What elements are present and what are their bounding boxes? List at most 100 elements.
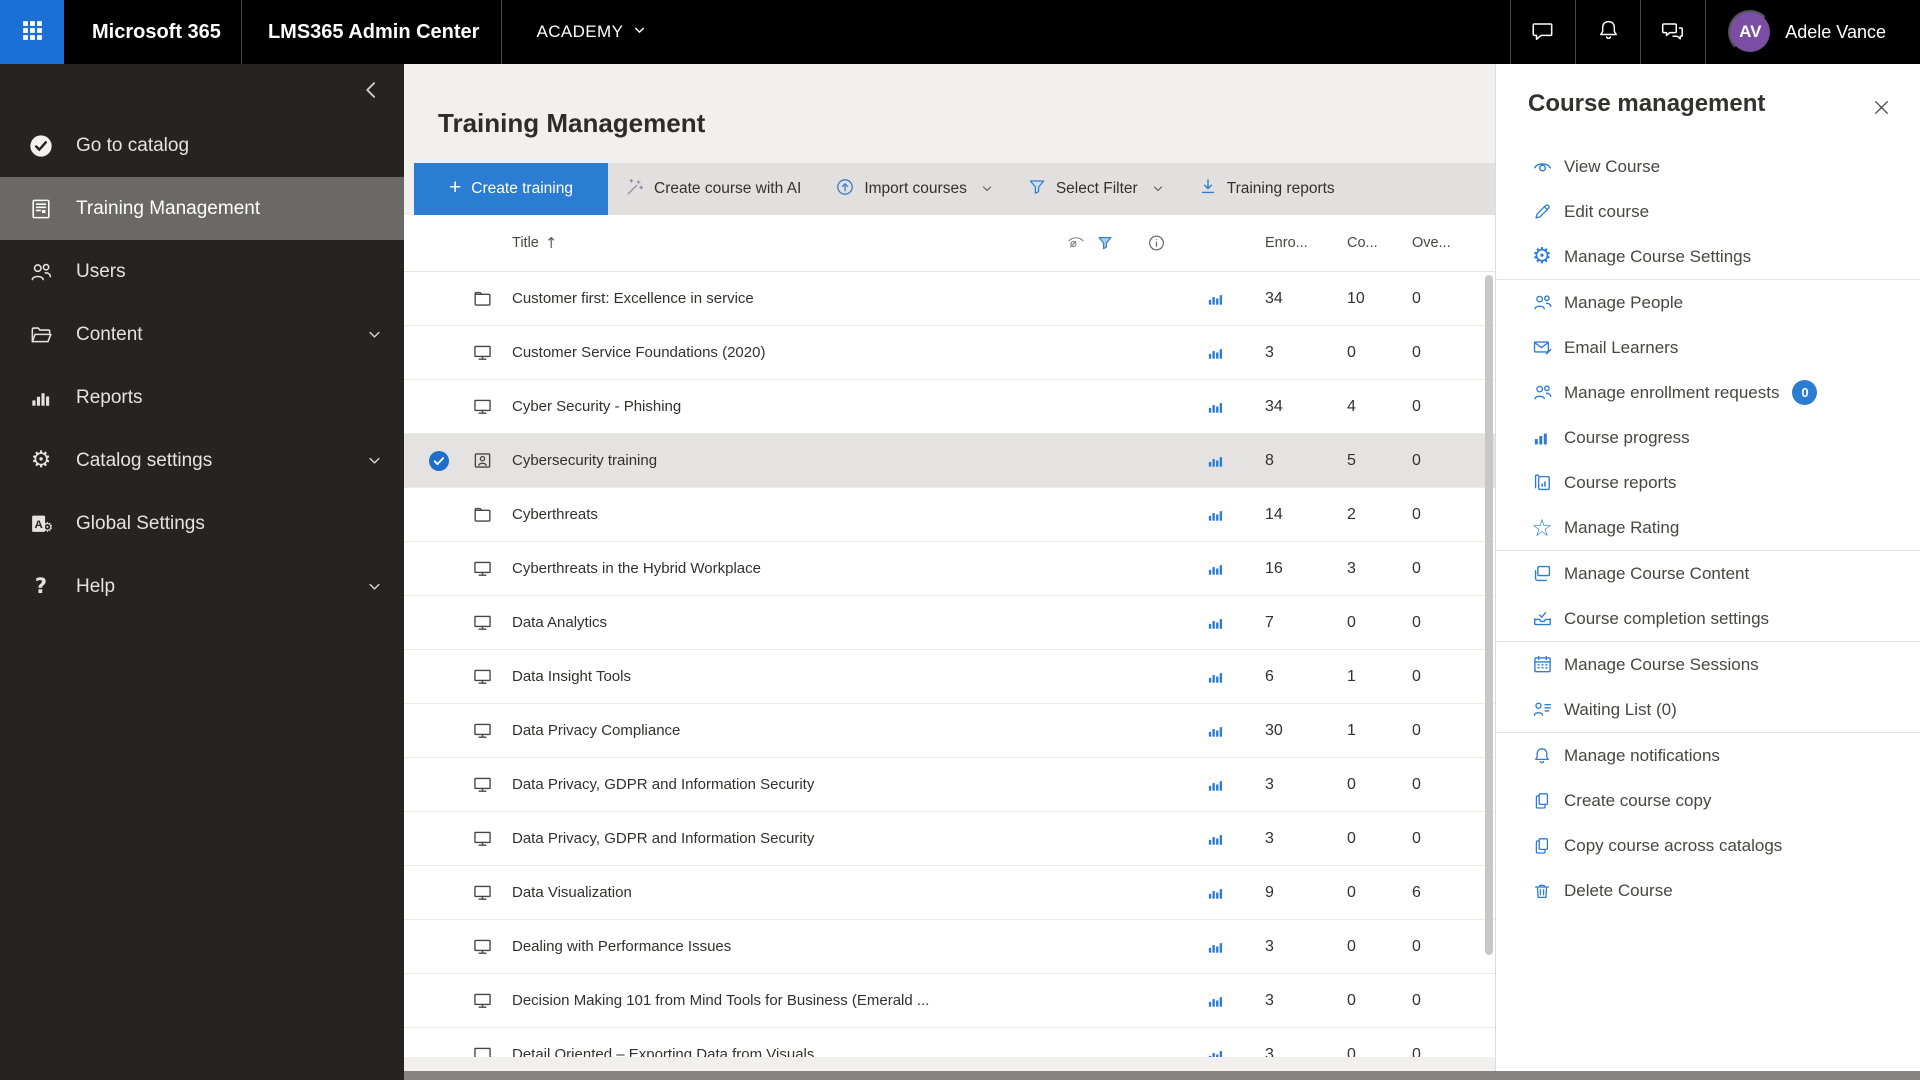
panel-item-copy-course-across-catalogs[interactable]: Copy course across catalogs [1496,823,1920,868]
table-row-cyberthreats[interactable]: Cyberthreats 14 2 0 [404,488,1495,542]
column-header-overdue[interactable]: Ove... [1405,235,1495,251]
select-filter-label: Select Filter [1055,180,1138,197]
monitor-icon [460,612,504,633]
panel-item-manage-course-content[interactable]: Manage Course Content [1496,551,1920,596]
catalog-selector[interactable]: ACADEMY [536,22,646,42]
eye-icon [1530,156,1554,177]
panel-item-edit-course[interactable]: Edit course [1496,189,1920,234]
enrolled-count: 9 [1265,883,1274,901]
course-title: Cyberthreats [512,506,598,523]
sidebar-item-content[interactable]: Content [0,303,404,366]
brand-title[interactable]: Microsoft 365 [92,21,221,44]
panel-item-manage-course-settings[interactable]: ⚙ Manage Course Settings [1496,234,1920,279]
feedback-button[interactable] [1641,0,1705,64]
course-progress-chart-icon[interactable] [1191,613,1239,632]
panel-item-email-learners[interactable]: Email Learners [1496,325,1920,370]
course-progress-chart-icon[interactable] [1191,721,1239,740]
import-courses-button[interactable]: Import courses [818,163,1010,215]
sidebar-item-reports[interactable]: Reports [0,366,404,429]
table-row-data-privacy-compliance[interactable]: Data Privacy Compliance 30 1 0 [404,704,1495,758]
hide-column-icon[interactable] [1066,233,1086,253]
completed-count: 0 [1347,937,1356,955]
panel-item-course-reports[interactable]: Course reports [1496,460,1920,505]
table-row-data-insight-tools[interactable]: Data Insight Tools 6 1 0 [404,650,1495,704]
product-title[interactable]: LMS365 Admin Center [268,21,480,44]
column-header-completed[interactable]: Co... [1325,235,1405,251]
user-name[interactable]: Adele Vance [1785,22,1886,43]
monitor-icon [460,990,504,1011]
panel-item-manage-course-sessions[interactable]: Manage Course Sessions [1496,642,1920,687]
sidebar-item-go-to-catalog[interactable]: Go to catalog [0,114,404,177]
sidebar-collapse-button[interactable] [354,74,388,108]
panel-item-waiting-list-0[interactable]: Waiting List (0) [1496,687,1920,732]
table-row-detail-oriented-exporting-data-from-visu[interactable]: Detail Oriented – Exporting Data from Vi… [404,1028,1495,1057]
course-progress-chart-icon[interactable] [1191,667,1239,686]
create-training-button[interactable]: + Create training [414,163,608,215]
course-progress-chart-icon[interactable] [1191,991,1239,1010]
panel-item-course-progress[interactable]: Course progress [1496,415,1920,460]
course-title: Data Analytics [512,614,608,631]
copy-page-icon [1530,836,1554,856]
panel-item-course-completion-settings[interactable]: Course completion settings [1496,596,1920,641]
magic-wand-icon [625,177,645,202]
table-row-data-analytics[interactable]: Data Analytics 7 0 0 [404,596,1495,650]
select-filter-button[interactable]: Select Filter [1010,163,1181,215]
table-row-dealing-with-performance-issues[interactable]: Dealing with Performance Issues 3 0 0 [404,920,1495,974]
panel-item-delete-course[interactable]: Delete Course [1496,868,1920,913]
course-progress-chart-icon[interactable] [1191,937,1239,956]
table-row-customer-first-excellence-in-service[interactable]: Customer first: Excellence in service 34… [404,272,1495,326]
sidebar-item-users[interactable]: Users [0,240,404,303]
chat-button[interactable] [1511,0,1575,64]
sidebar-item-help[interactable]: ? Help [0,555,404,618]
course-progress-chart-icon[interactable] [1191,559,1239,578]
course-progress-chart-icon[interactable] [1191,829,1239,848]
create-course-with-ai-button[interactable]: Create course with AI [608,163,818,215]
column-filter-icon[interactable] [1096,234,1114,252]
table-row-cyberthreats-in-the-hybrid-workplace[interactable]: Cyberthreats in the Hybrid Workplace 16 … [404,542,1495,596]
table-row-data-visualization[interactable]: Data Visualization 9 0 6 [404,866,1495,920]
sidebar-item-catalog-settings[interactable]: ⚙ Catalog settings [0,429,404,492]
course-progress-chart-icon[interactable] [1191,775,1239,794]
notifications-button[interactable] [1576,0,1640,64]
panel-item-manage-notifications[interactable]: Manage notifications [1496,733,1920,778]
course-progress-chart-icon[interactable] [1191,451,1239,470]
overdue-count: 6 [1412,883,1421,901]
panel-item-manage-people[interactable]: Manage People [1496,280,1920,325]
course-progress-chart-icon[interactable] [1191,397,1239,416]
table-row-data-privacy-gdpr-and-information-securi[interactable]: Data Privacy, GDPR and Information Secur… [404,812,1495,866]
enrolled-count: 3 [1265,937,1274,955]
course-progress-chart-icon[interactable] [1191,289,1239,308]
avatar[interactable]: AV [1728,10,1773,54]
course-progress-chart-icon[interactable] [1191,343,1239,362]
panel-item-view-course[interactable]: View Course [1496,144,1920,189]
panel-item-manage-rating[interactable]: ☆ Manage Rating [1496,505,1920,550]
info-icon[interactable] [1147,234,1166,253]
table-row-cyber-security-phishing[interactable]: Cyber Security - Phishing 34 4 0 [404,380,1495,434]
enrolled-count: 8 [1265,451,1274,469]
vertical-scrollbar[interactable] [1485,275,1493,955]
horizontal-scrollbar-thumb[interactable] [404,1071,1920,1080]
table-row-decision-making-101-from-mind-tools-for-[interactable]: Decision Making 101 from Mind Tools for … [404,974,1495,1028]
bar-chart-solid-icon [26,386,56,410]
table-row-cybersecurity-training[interactable]: Cybersecurity training 8 5 0 [404,434,1495,488]
course-progress-chart-icon[interactable] [1191,505,1239,524]
course-progress-chart-icon[interactable] [1191,1045,1239,1057]
import-courses-label: Import courses [864,180,967,197]
panel-close-button[interactable] [1866,94,1896,124]
enrolled-count: 3 [1265,1045,1274,1058]
app-launcher-button[interactable] [0,0,64,64]
gear-icon: ⚙ [30,447,52,473]
svg-text:⚙: ⚙ [42,519,53,534]
column-header-enrolled[interactable]: Enro... [1239,235,1325,251]
sidebar-item-training-management[interactable]: Training Management [0,177,404,240]
table-row-data-privacy-gdpr-and-information-securi[interactable]: Data Privacy, GDPR and Information Secur… [404,758,1495,812]
table-header: Title ↑ Enro... Co... Ove... [404,215,1495,272]
panel-item-manage-enrollment-requests[interactable]: Manage enrollment requests 0 [1496,370,1920,415]
sidebar-item-global-settings[interactable]: A ⚙ Global Settings [0,492,404,555]
panel-item-create-course-copy[interactable]: Create course copy [1496,778,1920,823]
training-reports-button[interactable]: Training reports [1181,163,1352,215]
course-progress-chart-icon[interactable] [1191,883,1239,902]
lms365-admin-window: Microsoft 365 LMS365 Admin Center ACADEM… [0,0,1920,1080]
column-header-title[interactable]: Title ↑ [504,234,1191,252]
table-row-customer-service-foundations-2020[interactable]: Customer Service Foundations (2020) 3 0 … [404,326,1495,380]
